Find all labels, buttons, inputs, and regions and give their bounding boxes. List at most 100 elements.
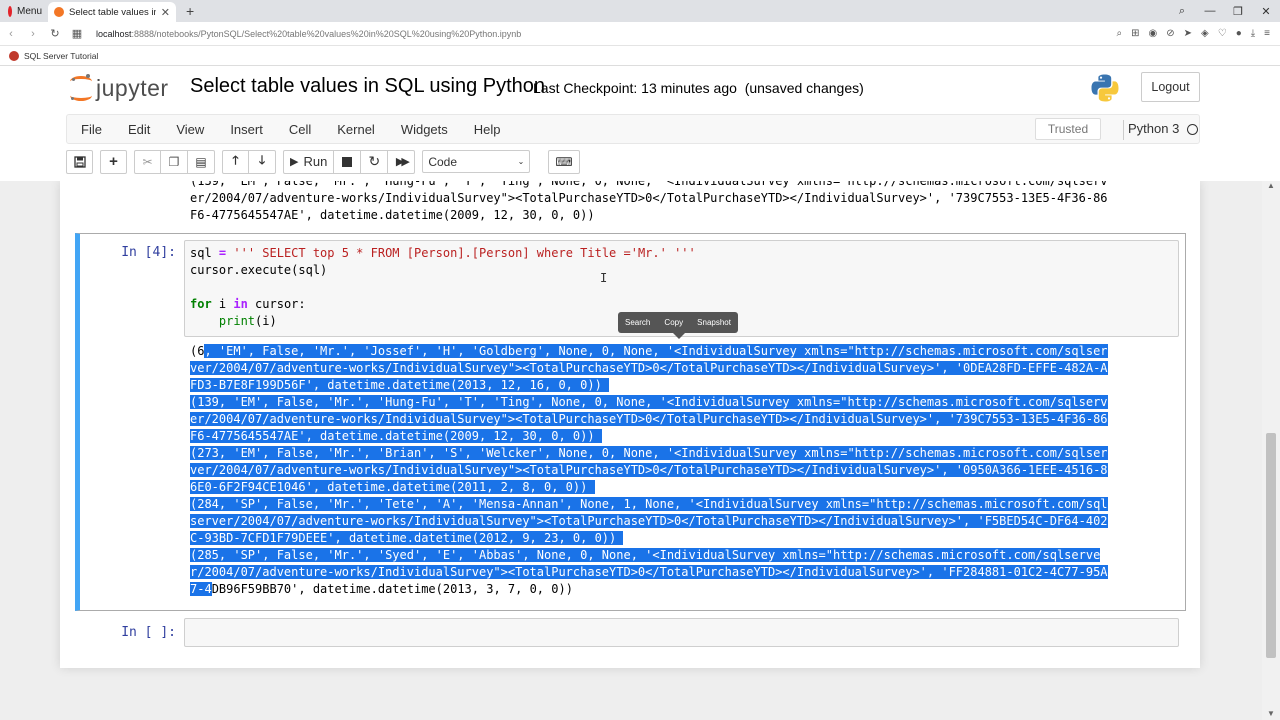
speed-dial-icon[interactable]: ▦: [66, 27, 88, 40]
close-window-icon[interactable]: ✕: [1252, 5, 1280, 18]
browser-menu-label: Menu: [17, 5, 43, 17]
cell-input-prompt: In [4]:: [121, 245, 176, 260]
scrollbar-thumb[interactable]: [1266, 433, 1276, 658]
notebook-title[interactable]: Select table values in SQL using Python: [190, 75, 545, 98]
save-icon: [73, 155, 86, 168]
menubar-container: File Edit View Insert Cell Kernel Widget…: [0, 111, 1280, 181]
output-line: (285, 'SP', False, 'Mr.', 'Syed', 'E', '…: [190, 548, 1101, 562]
cell-type-select[interactable]: Code ⌄: [422, 150, 531, 173]
restore-icon[interactable]: ❐: [1224, 5, 1252, 18]
download-icon[interactable]: ⤓: [1251, 28, 1255, 39]
menu-view[interactable]: View: [162, 122, 216, 137]
minimize-icon[interactable]: —: [1196, 5, 1224, 17]
menu-file[interactable]: File: [67, 122, 114, 137]
browser-tab-active[interactable]: Select table values in SQL u ✕: [48, 2, 176, 22]
menu-kernel[interactable]: Kernel: [323, 122, 387, 137]
context-search-button[interactable]: Search: [625, 318, 650, 327]
notebook-scrollbar[interactable]: ▲ ▼: [1262, 181, 1280, 720]
command-palette-button[interactable]: ⌨: [548, 149, 580, 174]
empty-code-cell-input[interactable]: [184, 618, 1179, 647]
jupyter-logo-text: jupyter: [96, 74, 169, 101]
address-bar: ‹ › ↻ ▦ localhost:8888/notebooks/PytonSQ…: [0, 22, 1280, 46]
bookmark-sql-server-tutorial[interactable]: SQL Server Tutorial: [24, 51, 98, 61]
python-logo-icon: [1091, 74, 1119, 102]
forward-arrow-icon[interactable]: ›: [22, 28, 44, 40]
prev-output-line: er/2004/07/adventure-works/IndividualSur…: [190, 191, 1108, 205]
jupyter-logo[interactable]: jupyter: [70, 74, 169, 102]
send-icon[interactable]: ➤: [1184, 28, 1192, 39]
cell-output-area[interactable]: (6, 'EM', False, 'Mr.', 'Jossef', 'H', '…: [190, 343, 1170, 598]
menubar: File Edit View Insert Cell Kernel Widget…: [66, 114, 1200, 144]
context-snapshot-button[interactable]: Snapshot: [697, 318, 731, 327]
menu-cell[interactable]: Cell: [275, 122, 323, 137]
scroll-down-icon[interactable]: ▼: [1267, 709, 1275, 718]
menu-widgets[interactable]: Widgets: [387, 122, 460, 137]
run-button[interactable]: ▶ Run: [283, 149, 335, 174]
output-line: F6-4775645547AE', datetime.datetime(2009…: [190, 429, 602, 443]
chevron-down-icon: ⌄: [517, 157, 525, 166]
adblock-icon[interactable]: ⊘: [1166, 28, 1174, 39]
window-controls: ⌕ — ❐ ✕: [1168, 0, 1280, 22]
copy-button[interactable]: ❐: [161, 149, 188, 174]
zoom-icon[interactable]: ⌕: [1117, 28, 1123, 39]
insert-cell-button[interactable]: +: [100, 149, 127, 174]
bookmarks-bar: SQL Server Tutorial: [0, 46, 1280, 66]
text-cursor-icon: I: [600, 271, 608, 285]
stop-icon: [342, 156, 353, 167]
move-up-button[interactable]: 🡑: [222, 149, 249, 174]
logout-button[interactable]: Logout: [1141, 72, 1200, 102]
cut-button[interactable]: ✂: [134, 149, 161, 174]
output-line: (139, 'EM', False, 'Mr.', 'Hung-Fu', 'T'…: [190, 395, 1108, 409]
scroll-up-icon[interactable]: ▲: [1267, 181, 1275, 190]
empty-cell-prompt: In [ ]:: [121, 625, 176, 640]
url-host: localhost: [96, 28, 132, 39]
close-tab-icon[interactable]: ✕: [161, 6, 170, 19]
menu-help[interactable]: Help: [460, 122, 513, 137]
prev-output-line: (139, 'EM', False, 'Mr.', 'Hung-Fu', 'T'…: [190, 181, 1108, 188]
output-line: r/2004/07/adventure-works/IndividualSurv…: [190, 565, 1108, 579]
bookmark-add-icon[interactable]: ⊞: [1131, 28, 1139, 39]
browser-menu-button[interactable]: Menu: [0, 0, 48, 22]
sql-server-bookmark-icon: [9, 50, 19, 61]
restart-run-all-button[interactable]: ▶▶: [388, 149, 416, 174]
interrupt-button[interactable]: [334, 149, 362, 174]
run-label: Run: [303, 154, 328, 169]
reload-icon[interactable]: ↻: [44, 27, 66, 40]
context-copy-button[interactable]: Copy: [664, 318, 683, 327]
browser-search-icon[interactable]: ⌕: [1168, 5, 1196, 18]
paste-button[interactable]: ▤: [188, 149, 215, 174]
back-arrow-icon[interactable]: ‹: [0, 28, 22, 40]
output-line: 7-4DB96F59BB70', datetime.datetime(2013,…: [190, 582, 573, 596]
profile-icon[interactable]: ●: [1236, 28, 1242, 39]
restart-button[interactable]: ↻: [361, 149, 389, 174]
menu-edit[interactable]: Edit: [114, 122, 162, 137]
move-down-button[interactable]: 🡓: [249, 149, 276, 174]
notebook-scroll-area[interactable]: (139, 'EM', False, 'Mr.', 'Hung-Fu', 'T'…: [0, 181, 1262, 720]
browser-tab-title: Select table values in SQL u: [69, 6, 156, 18]
save-button[interactable]: [66, 149, 93, 174]
menu-insert[interactable]: Insert: [216, 122, 275, 137]
heart-icon[interactable]: ♡: [1218, 28, 1227, 39]
scissors-icon: ✂: [142, 154, 153, 169]
output-line: 6E0-6F2F94CE1046', datetime.datetime(201…: [190, 480, 595, 494]
output-line: ver/2004/07/adventure-works/IndividualSu…: [190, 361, 1108, 375]
camera-icon[interactable]: ◉: [1149, 28, 1158, 39]
restart-icon: ↻: [368, 153, 381, 169]
address-bar-actions: ⌕ ⊞ ◉ ⊘ ➤ ◈ ♡ ● ⤓ ≡: [1117, 28, 1280, 39]
jupyter-favicon-icon: [54, 7, 64, 17]
trusted-indicator[interactable]: Trusted: [1035, 118, 1101, 140]
cell-type-value: Code: [428, 154, 458, 169]
output-line: (284, 'SP', False, 'Mr.', 'Tete', 'A', '…: [190, 497, 1108, 511]
easy-setup-icon[interactable]: ≡: [1264, 28, 1270, 39]
kernel-name[interactable]: Python 3: [1128, 121, 1179, 136]
url-field[interactable]: localhost:8888/notebooks/PytonSQL/Select…: [96, 29, 521, 39]
vpn-icon[interactable]: ◈: [1201, 28, 1209, 39]
output-line: ver/2004/07/adventure-works/IndividualSu…: [190, 463, 1108, 477]
output-line: (6, 'EM', False, 'Mr.', 'Jossef', 'H', '…: [190, 344, 1108, 358]
arrow-up-icon: 🡑: [232, 153, 239, 167]
new-tab-button[interactable]: +: [176, 3, 204, 19]
paste-icon: ▤: [195, 154, 207, 169]
output-line: C-93BD-7CFD1F79DEEE', datetime.datetime(…: [190, 531, 624, 545]
opera-logo-icon: [8, 5, 12, 17]
output-line: (273, 'EM', False, 'Mr.', 'Brian', 'S', …: [190, 446, 1108, 460]
